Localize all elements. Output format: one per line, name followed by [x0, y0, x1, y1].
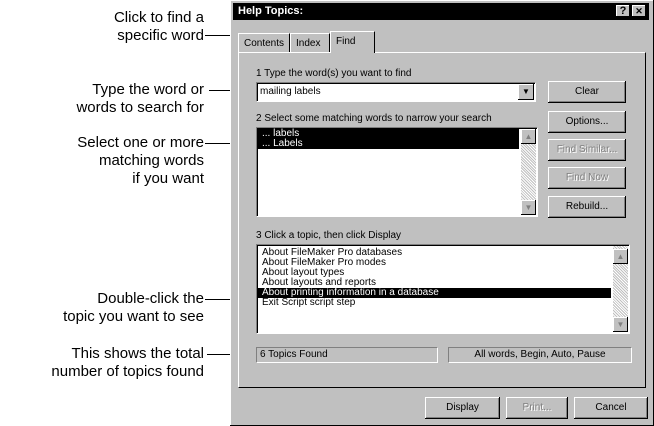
tab-label: Contents: [244, 38, 285, 49]
tab-index[interactable]: Index: [290, 33, 330, 52]
callout-text: Double-click the: [97, 290, 204, 307]
help-button[interactable]: ?: [616, 5, 630, 17]
callout-find-word: Click to find a specific word: [114, 9, 204, 45]
tab-label: Find: [336, 36, 356, 47]
step3-label: 3 Click a topic, then click Display: [256, 230, 402, 241]
button-label: Display: [446, 402, 479, 413]
tab-find[interactable]: Find: [330, 31, 375, 53]
button-label: Options...: [565, 116, 609, 127]
button-label: Print...: [522, 402, 552, 413]
list-item[interactable]: ... Labels: [258, 139, 519, 149]
clear-button[interactable]: Clear: [548, 81, 626, 103]
triangle-up-icon[interactable]: ▲: [613, 249, 628, 264]
help-topics-dialog: Help Topics: ? ✕ Contents Index Find 1 T…: [230, 0, 654, 426]
button-label: Cancel: [595, 402, 627, 413]
window-title: Help Topics:: [238, 5, 304, 17]
scrollbar[interactable]: ▲ ▼: [613, 246, 628, 332]
callout-type-word: Type the word or words to search for: [76, 81, 204, 117]
callout-text: This shows the total: [71, 345, 204, 362]
status-topic-count: 6 Topics Found: [256, 347, 438, 363]
button-label: Find Now: [565, 172, 609, 183]
display-button[interactable]: Display: [425, 397, 500, 419]
button-label: Clear: [575, 86, 599, 97]
tab-contents[interactable]: Contents: [238, 33, 290, 52]
callout-text: Type the word or: [92, 81, 204, 98]
options-button[interactable]: Options...: [548, 111, 626, 133]
title-bar: Help Topics: ? ✕: [233, 3, 649, 20]
search-input-value: mailing labels: [260, 86, 321, 97]
callout-text: specific word: [117, 27, 204, 44]
matching-words-list[interactable]: ... labels ... Labels ▲ ▼: [256, 127, 538, 217]
callout-text: words to search for: [76, 99, 204, 116]
callout-double-click: Double-click the topic you want to see: [63, 290, 204, 326]
callout-total-topics: This shows the total number of topics fo…: [51, 345, 204, 381]
chevron-down-icon[interactable]: ▼: [518, 84, 534, 100]
topics-items: About FileMaker Pro databases About File…: [258, 248, 611, 308]
callout-text: matching words: [98, 152, 204, 169]
callout-text: number of topics found: [51, 363, 204, 380]
button-label: Find Similar...: [556, 144, 618, 155]
status-search-options: All words, Begin, Auto, Pause: [448, 347, 632, 363]
triangle-up-icon[interactable]: ▲: [521, 129, 536, 144]
tab-label: Index: [296, 38, 321, 49]
callout-text: Select one or more: [77, 134, 204, 151]
scrollbar[interactable]: ▲ ▼: [521, 129, 536, 215]
list-item[interactable]: Exit Script script step: [258, 298, 611, 308]
topics-list[interactable]: About FileMaker Pro databases About File…: [256, 244, 630, 334]
triangle-down-icon[interactable]: ▼: [521, 200, 536, 215]
find-now-button[interactable]: Find Now: [548, 167, 626, 189]
callout-text: if you want: [132, 170, 204, 187]
rebuild-button[interactable]: Rebuild...: [548, 196, 626, 218]
callout-text: Click to find a: [113, 9, 204, 26]
button-label: Rebuild...: [565, 201, 609, 212]
cancel-button[interactable]: Cancel: [574, 397, 648, 419]
callout-select-words: Select one or more matching words if you…: [77, 134, 204, 188]
triangle-down-icon[interactable]: ▼: [613, 317, 628, 332]
step2-label: 2 Select some matching words to narrow y…: [256, 113, 492, 124]
print-button[interactable]: Print...: [506, 397, 568, 419]
close-icon[interactable]: ✕: [632, 5, 646, 17]
callout-text: topic you want to see: [63, 308, 204, 325]
matching-words-items: ... labels ... Labels: [258, 129, 519, 149]
search-input[interactable]: mailing labels ▼: [256, 82, 536, 102]
step1-label: 1 Type the word(s) you want to find: [256, 68, 412, 79]
find-similar-button[interactable]: Find Similar...: [548, 139, 626, 161]
